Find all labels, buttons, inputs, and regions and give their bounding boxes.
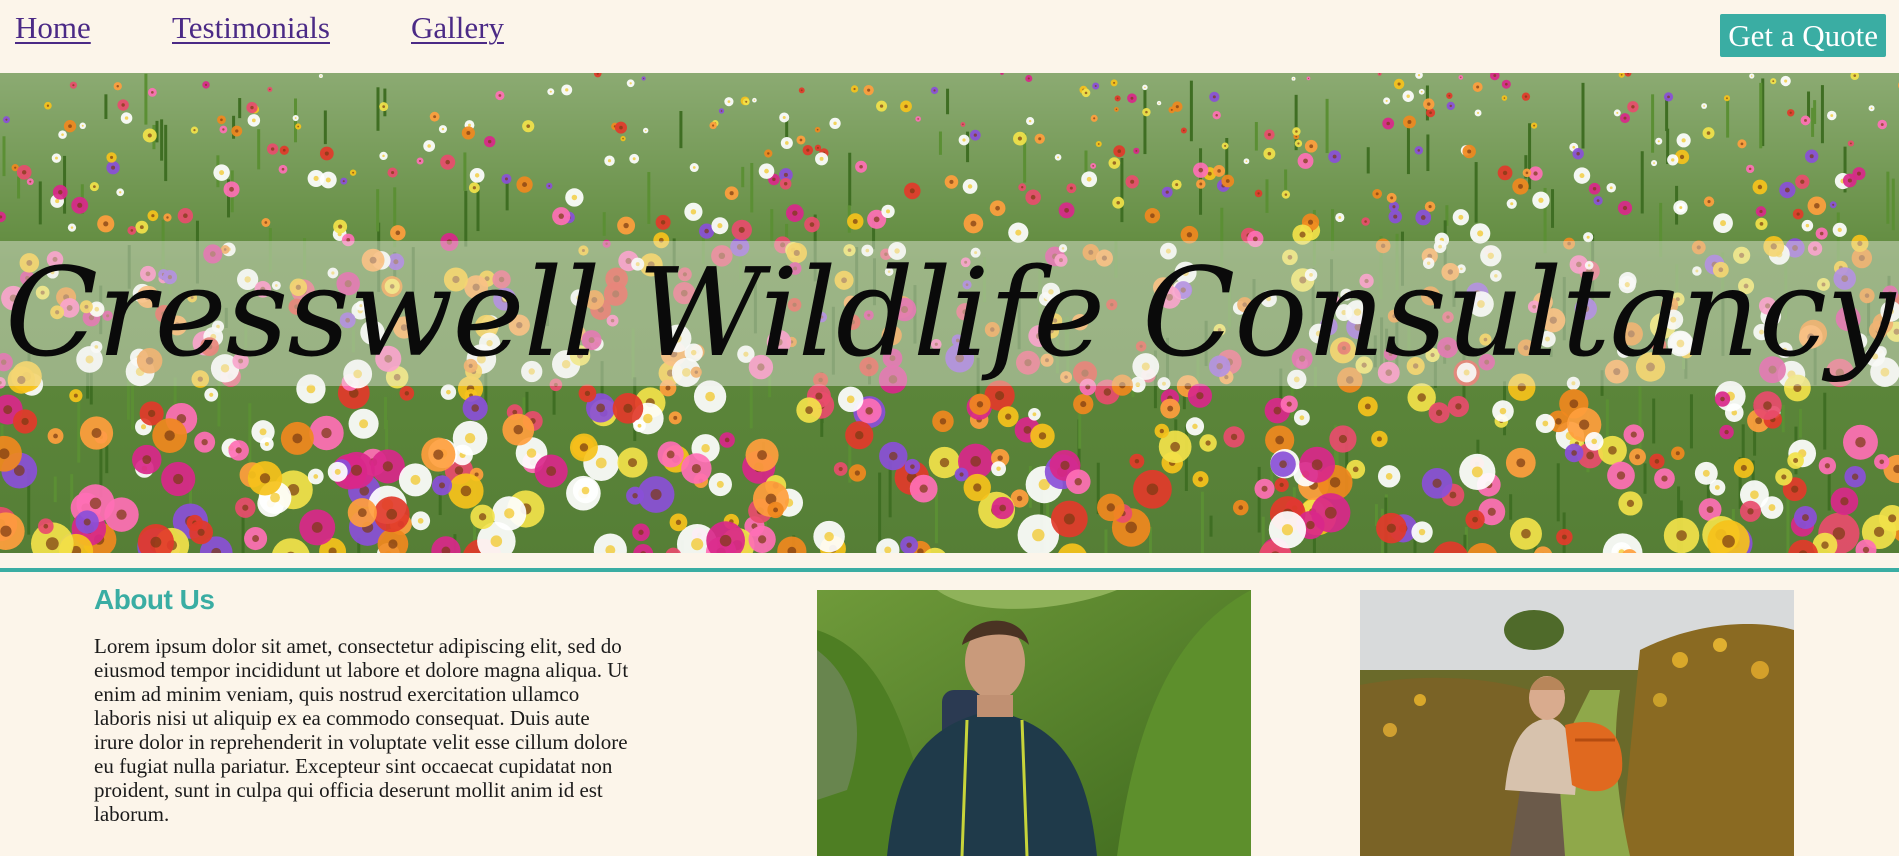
hero-title: Cresswell Wildlife Consultancy bbox=[4, 242, 1895, 384]
nav-link-home[interactable]: Home bbox=[15, 10, 91, 46]
nav-link-gallery[interactable]: Gallery bbox=[411, 10, 504, 46]
nav-link-testimonials[interactable]: Testimonials bbox=[172, 10, 330, 46]
top-nav: Home Testimonials Gallery Get a Quote bbox=[0, 0, 1899, 73]
hiker-in-valley-photo bbox=[817, 590, 1251, 856]
section-divider bbox=[0, 568, 1899, 572]
hero-banner: Cresswell Wildlife Consultancy bbox=[0, 73, 1899, 553]
hiker-on-path-photo bbox=[1360, 590, 1794, 856]
get-a-quote-button[interactable]: Get a Quote bbox=[1720, 14, 1886, 57]
about-paragraph: Lorem ipsum dolor sit amet, consectetur … bbox=[94, 634, 629, 826]
about-heading: About Us bbox=[94, 584, 215, 615]
